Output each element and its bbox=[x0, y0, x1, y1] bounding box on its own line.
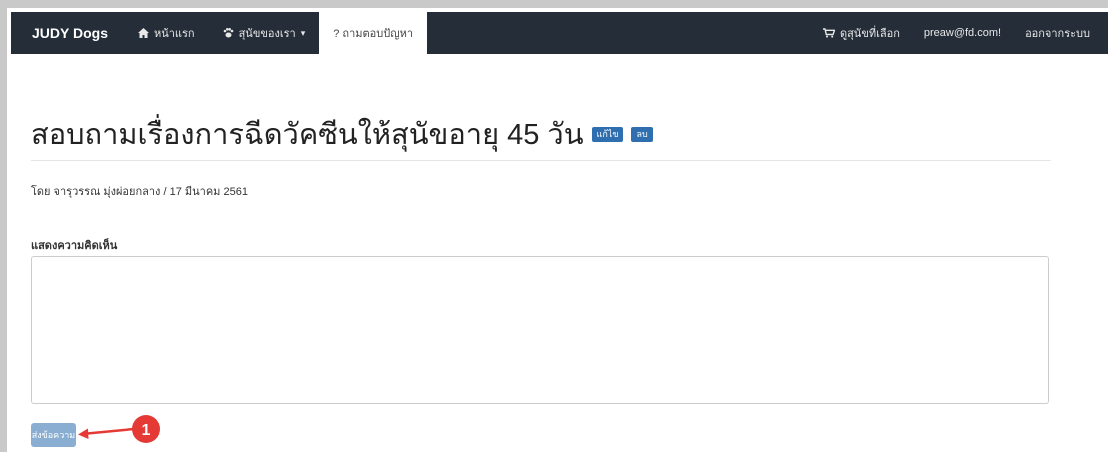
page-title: สอบถามเรื่องการฉีดวัคซีนให้สุนัขอายุ 45 … bbox=[31, 111, 653, 157]
post-byline: โดย จารุวรรณ มุ่งผ่อยกลาง / 17 มีนาคม 25… bbox=[31, 186, 248, 198]
annotation-arrow-line bbox=[81, 427, 135, 436]
title-divider bbox=[31, 160, 1051, 161]
comment-label: แสดงความคิดเห็น bbox=[31, 240, 118, 252]
arrow-left-icon bbox=[78, 428, 89, 439]
chevron-down-icon: ▾ bbox=[300, 27, 306, 38]
annotation-marker: 1 bbox=[78, 415, 160, 443]
top-navbar: JUDY Dogs หน้าแรก สุนัขของเรา ▾ ? ถามตอบ… bbox=[11, 12, 1108, 54]
window-frame-left bbox=[0, 0, 7, 452]
nav-view-cart-label: ดูสุนัขที่เลือก bbox=[839, 28, 900, 40]
submit-comment-button[interactable]: ส่งข้อความ bbox=[31, 423, 76, 447]
delete-button[interactable]: ลบ bbox=[631, 126, 653, 142]
paw-icon bbox=[223, 28, 233, 38]
navbar-right-group: ดูสุนัขที่เลือก preaw@fd.com! ออกจากระบบ bbox=[811, 12, 1108, 54]
home-icon bbox=[137, 28, 149, 38]
cart-icon bbox=[822, 28, 835, 38]
annotation-number: 1 bbox=[142, 422, 151, 439]
nav-qa[interactable]: ? ถามตอบปัญหา bbox=[319, 12, 428, 54]
nav-home-label: หน้าแรก bbox=[153, 28, 195, 40]
nav-home[interactable]: หน้าแรก bbox=[124, 12, 209, 54]
page-title-text: สอบถามเรื่องการฉีดวัคซีนให้สุนัขอายุ 45 … bbox=[31, 119, 584, 151]
comment-textarea[interactable] bbox=[31, 256, 1049, 404]
brand-link[interactable]: JUDY Dogs bbox=[11, 25, 124, 41]
edit-button[interactable]: แก้ไข bbox=[591, 126, 624, 142]
nav-view-cart[interactable]: ดูสุนัขที่เลือก bbox=[811, 12, 912, 54]
window-frame-top bbox=[0, 0, 1108, 8]
nav-logout[interactable]: ออกจากระบบ bbox=[1013, 12, 1108, 54]
nav-qa-label: ? ถามตอบปัญหา bbox=[333, 28, 414, 40]
nav-user-email[interactable]: preaw@fd.com! bbox=[912, 12, 1013, 54]
nav-our-dogs-label: สุนัขของเรา bbox=[238, 28, 296, 40]
nav-our-dogs[interactable]: สุนัขของเรา ▾ bbox=[209, 12, 320, 54]
